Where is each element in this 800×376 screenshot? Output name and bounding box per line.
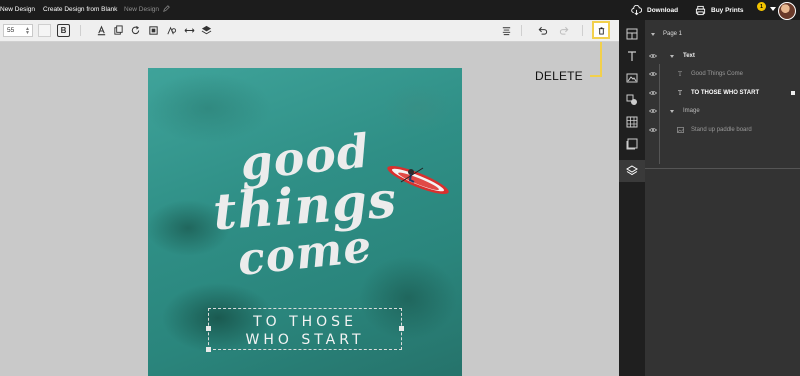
- selected-text-box[interactable]: TO THOSE WHO START: [206, 308, 404, 352]
- toolbar-divider: [80, 25, 81, 36]
- chevron-down-icon[interactable]: [651, 32, 655, 36]
- layer-page-row[interactable]: Page 1: [645, 25, 800, 43]
- toolbar-divider: [521, 25, 522, 36]
- font-size-value: 55: [7, 27, 15, 34]
- document-name[interactable]: New Design: [124, 6, 159, 13]
- image-icon: [626, 73, 638, 83]
- shapes-tab[interactable]: [619, 89, 645, 111]
- page-label: Page 1: [663, 31, 683, 37]
- undo-icon: [538, 26, 548, 35]
- text-tab[interactable]: [619, 45, 645, 67]
- layer-group-label: Text: [683, 53, 695, 59]
- toolbar-divider: [582, 25, 583, 36]
- shapes-icon: [626, 94, 637, 105]
- frame-icon: [149, 26, 158, 35]
- selection-indicator: [791, 91, 795, 95]
- layer-group-image[interactable]: Image: [645, 102, 800, 120]
- layout-icon: [626, 28, 638, 40]
- undo-button[interactable]: [536, 24, 549, 37]
- trash-icon: [598, 26, 604, 35]
- printer-icon: [695, 5, 706, 15]
- eye-icon[interactable]: [649, 53, 657, 59]
- layers-icon: [201, 25, 212, 35]
- callout-line: [600, 42, 602, 76]
- avatar[interactable]: [778, 2, 796, 20]
- user-menu[interactable]: 1: [753, 1, 799, 20]
- text-icon: T: [678, 89, 683, 97]
- bold-button[interactable]: B: [57, 24, 70, 37]
- delete-callout-label: DELETE: [535, 69, 583, 83]
- layers-icon: [626, 165, 638, 176]
- buy-prints-label: Buy Prints: [711, 6, 744, 14]
- layers-tab[interactable]: [619, 160, 645, 182]
- spacing-button[interactable]: [183, 24, 196, 37]
- align-button[interactable]: [500, 24, 513, 37]
- new-design-link[interactable]: New Design: [0, 6, 35, 13]
- align-icon: [502, 27, 511, 36]
- text-effects-icon: [167, 26, 177, 35]
- delete-button[interactable]: [592, 21, 610, 39]
- layers-panel: Page 1 Text T Good Things Come T TO THOS…: [645, 20, 800, 376]
- design-canvas[interactable]: good things come TO THOSE WHO START: [148, 68, 462, 376]
- eye-icon[interactable]: [649, 127, 657, 133]
- duplicate-button[interactable]: [112, 24, 125, 37]
- font-size-stepper[interactable]: ▲ ▼: [25, 27, 30, 36]
- rotate-button[interactable]: [129, 24, 142, 37]
- layer-item-label: Stand up paddle board: [691, 127, 752, 133]
- stickers-tab[interactable]: [619, 133, 645, 155]
- image-icon: [677, 127, 684, 133]
- tool-sidebar: [619, 20, 645, 376]
- cloud-download-icon: [631, 4, 642, 15]
- text-effects-button[interactable]: [165, 24, 178, 37]
- chevron-down-icon[interactable]: [770, 7, 776, 11]
- sticker-icon: [626, 138, 638, 150]
- font-size-input[interactable]: 55 ▲ ▼: [3, 24, 33, 37]
- eye-icon[interactable]: [649, 71, 657, 77]
- redo-icon: [559, 26, 569, 35]
- panel-divider: [645, 168, 800, 169]
- callout-line: [590, 75, 602, 77]
- eye-icon[interactable]: [649, 90, 657, 96]
- chevron-down-icon[interactable]: [670, 54, 674, 58]
- images-tab[interactable]: [619, 67, 645, 89]
- frame-button[interactable]: [147, 24, 160, 37]
- chevron-down-icon[interactable]: [670, 109, 674, 113]
- table-tab[interactable]: [619, 111, 645, 133]
- text-toolbar: 55 ▲ ▼ B: [0, 20, 619, 42]
- redo-button[interactable]: [558, 24, 571, 37]
- copy-icon: [114, 25, 123, 35]
- pencil-icon[interactable]: [163, 5, 170, 14]
- table-icon: [626, 116, 638, 128]
- layer-group-text[interactable]: Text: [645, 47, 800, 65]
- layer-item-image[interactable]: Stand up paddle board: [645, 121, 800, 139]
- top-bar: New Design Create Design from Blank New …: [0, 0, 800, 20]
- font-color-button[interactable]: [95, 24, 108, 37]
- download-button[interactable]: Download: [631, 3, 678, 17]
- create-from-blank-link[interactable]: Create Design from Blank: [43, 6, 117, 13]
- download-label: Download: [647, 6, 679, 14]
- text-icon: T: [678, 70, 683, 78]
- letter-spacing-icon: [184, 28, 195, 33]
- buy-prints-button[interactable]: Buy Prints: [695, 3, 744, 17]
- text-color-swatch[interactable]: [38, 24, 51, 37]
- rotate-icon: [131, 26, 140, 35]
- font-color-icon: [97, 25, 106, 36]
- notification-badge[interactable]: 1: [757, 2, 766, 11]
- tagline-text[interactable]: TO THOSE WHO START: [209, 313, 401, 349]
- layer-item-label: TO THOSE WHO START: [691, 90, 760, 96]
- text-icon: [628, 51, 636, 61]
- layer-item-text-selected[interactable]: T TO THOSE WHO START: [645, 84, 800, 102]
- templates-tab[interactable]: [619, 23, 645, 45]
- layer-item-label: Good Things Come: [691, 71, 743, 77]
- layer-item-text[interactable]: T Good Things Come: [645, 65, 800, 83]
- eye-icon[interactable]: [649, 108, 657, 114]
- layer-group-label: Image: [683, 108, 700, 114]
- layer-order-button[interactable]: [200, 24, 213, 37]
